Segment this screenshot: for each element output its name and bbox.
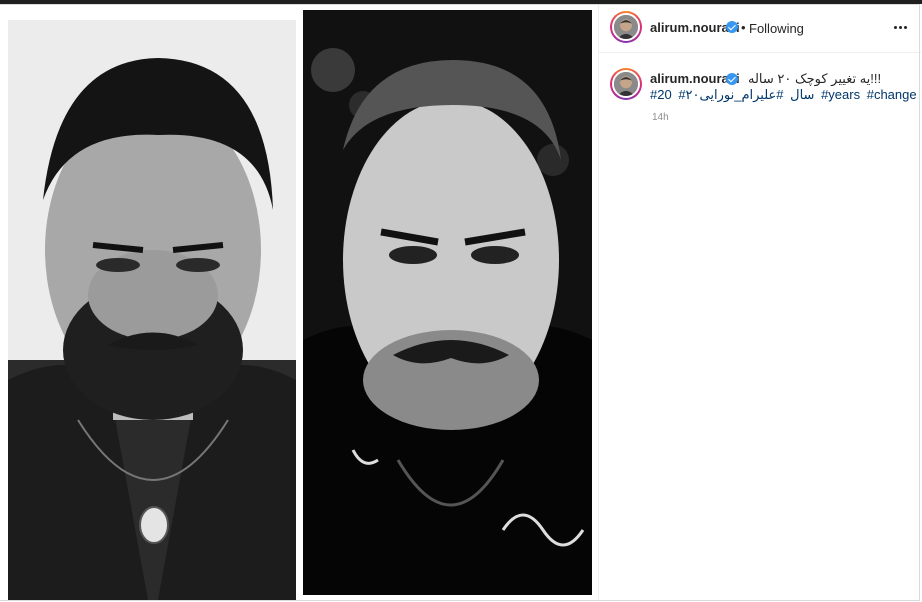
- post-frame: [0, 4, 920, 601]
